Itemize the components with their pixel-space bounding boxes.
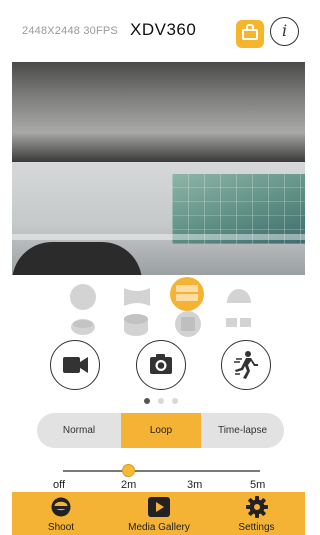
dual-view-icon[interactable]: [226, 318, 252, 342]
split-view-icon[interactable]: [170, 277, 204, 311]
pager-dot-3[interactable]: [172, 398, 178, 404]
gear-icon: [246, 496, 268, 518]
record-mode-timelapse[interactable]: Time-lapse: [201, 413, 284, 448]
video-mode-button[interactable]: [50, 340, 100, 390]
tab-shoot-label: Shoot: [47, 522, 75, 533]
cube-view-icon[interactable]: [175, 311, 201, 337]
resolution-label: 2448X2448 30FPS: [22, 25, 118, 37]
duration-label-5m: 5m: [250, 479, 266, 491]
video-camera-icon: [62, 356, 88, 373]
motion-icon: [233, 350, 258, 379]
tab-shoot[interactable]: Shoot: [12, 492, 110, 535]
tab-settings-label: Settings: [238, 522, 275, 533]
shoot-icon: [51, 497, 71, 517]
cylinder-view-icon[interactable]: [123, 313, 149, 337]
photo-camera-icon: [149, 353, 172, 374]
live-preview[interactable]: [12, 62, 305, 275]
panorama-view-icon[interactable]: [123, 287, 151, 307]
motion-mode-button[interactable]: [221, 340, 271, 390]
tab-media-gallery-label: Media Gallery: [128, 522, 190, 533]
photo-mode-button[interactable]: [136, 340, 186, 390]
duration-label-off: off: [53, 479, 66, 491]
bottom-tab-bar: Shoot Media Gallery Settings: [12, 492, 305, 535]
camera-connection-icon[interactable]: [236, 20, 264, 48]
record-mode-selector: Normal Loop Time-lapse: [37, 413, 284, 448]
pager-dot-1[interactable]: [144, 398, 150, 404]
play-icon: [148, 497, 170, 517]
record-mode-normal[interactable]: Normal: [37, 413, 121, 448]
duration-label-3m: 3m: [187, 479, 203, 491]
loop-duration-thumb[interactable]: [122, 464, 135, 477]
top-bar: 2448X2448 30FPS XDV360 i: [0, 0, 305, 62]
tab-media-gallery[interactable]: Media Gallery: [110, 492, 208, 535]
tab-settings[interactable]: Settings: [208, 492, 305, 535]
duration-label-2m: 2m: [121, 479, 137, 491]
bowl-view-icon[interactable]: [70, 315, 96, 339]
record-mode-loop[interactable]: Loop: [121, 413, 201, 448]
camera-model-title: XDV360: [130, 20, 197, 39]
info-icon[interactable]: i: [270, 17, 299, 46]
sphere-view-icon[interactable]: [69, 284, 97, 310]
pager-dot-2[interactable]: [158, 398, 164, 404]
dome-view-icon[interactable]: [226, 286, 252, 310]
loop-duration-track[interactable]: [63, 470, 260, 472]
